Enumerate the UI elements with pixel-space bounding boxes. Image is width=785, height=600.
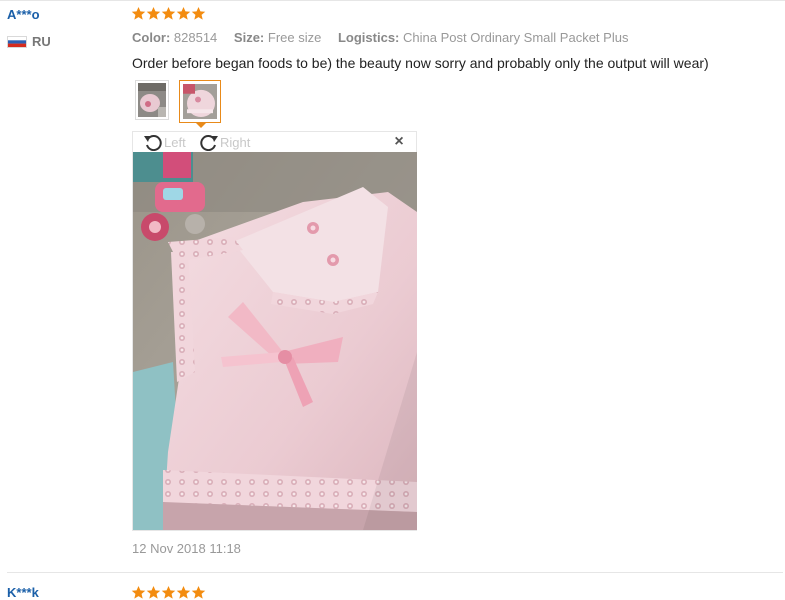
review-photo [133,152,417,530]
attr-color: Color: 828514 [132,30,218,45]
review-photo-thumbnail-1[interactable] [135,80,169,120]
review-attributes: Color: 828514 Size: Free size Logistics:… [132,30,641,45]
star-icon [176,6,191,21]
rotate-right-label: Right [220,134,251,150]
rotate-right-button[interactable]: Right [199,133,250,151]
attr-size: Size: Free size [233,30,322,45]
next-star-rating [131,585,206,600]
star-icon [191,585,206,600]
rotate-left-button[interactable]: Left [143,133,186,151]
rotate-left-label: Left [164,134,186,150]
star-icon [191,6,206,21]
review-text: Order before began foods to be) the beau… [132,55,709,71]
selected-thumbnail-indicator [195,122,207,128]
reviewer-name: A***o [7,7,40,22]
review-divider [7,572,783,573]
flag-ru-icon [7,35,27,48]
photo-viewer-toolbar: Left Right × [133,132,416,152]
reviewer-country: RU [7,34,51,49]
star-icon [176,585,191,600]
top-divider [0,0,785,1]
close-icon[interactable]: × [392,134,406,150]
rotate-left-icon [143,133,163,151]
attr-logistics: Logistics: China Post Ordinary Small Pac… [337,30,629,45]
rotate-right-icon [199,133,219,151]
star-icon [131,585,146,600]
country-code: RU [32,34,51,49]
star-icon [131,6,146,21]
star-icon [161,6,176,21]
star-rating [131,6,206,21]
review-timestamp: 12 Nov 2018 11:18 [132,541,241,556]
star-icon [146,6,161,21]
star-icon [146,585,161,600]
star-icon [161,585,176,600]
review-photo-thumbnail-2-selected[interactable] [179,80,221,123]
photo-viewer: Left Right × [132,131,417,531]
next-reviewer-name: K***k [7,585,39,600]
